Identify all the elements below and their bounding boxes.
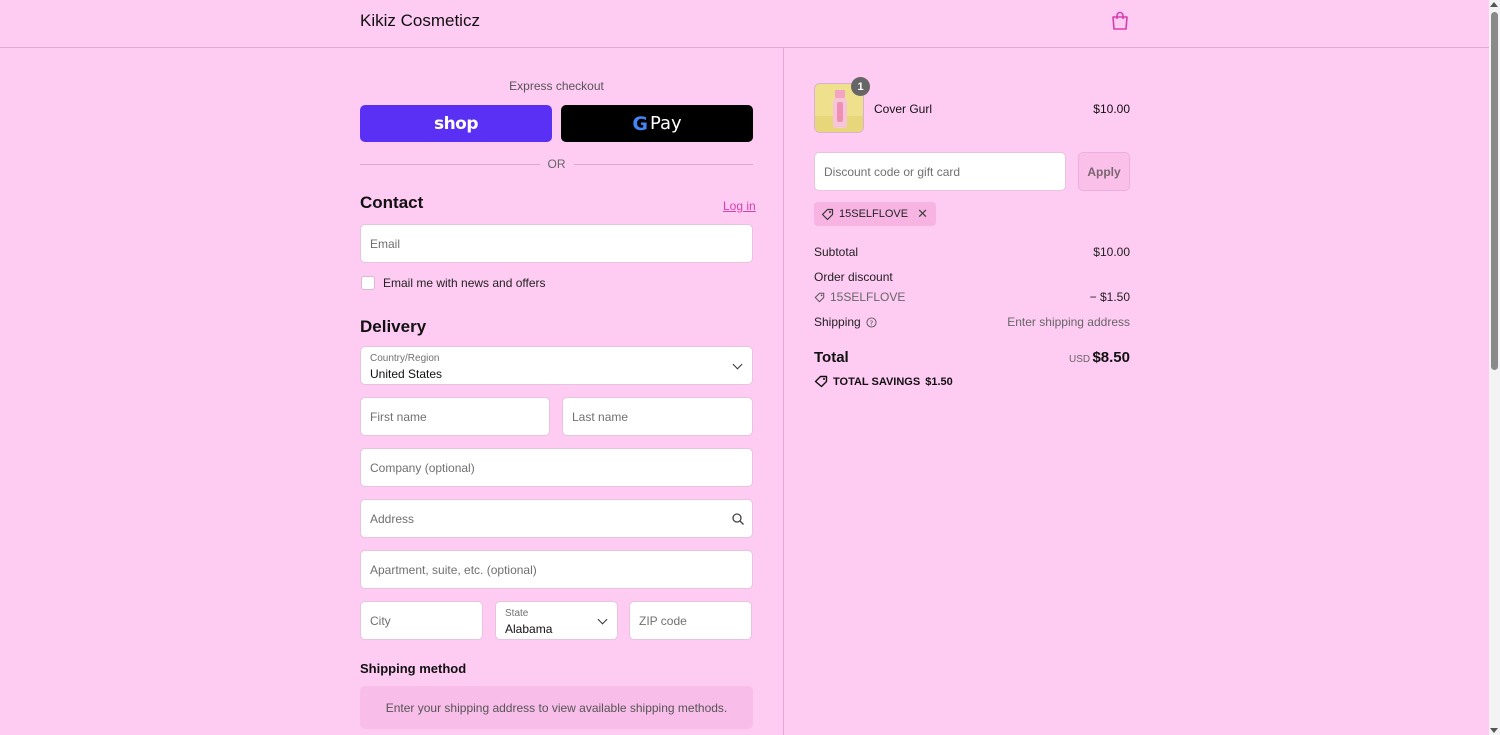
product-price: $10.00 xyxy=(1093,102,1130,116)
address-input[interactable] xyxy=(360,499,753,538)
total-currency: USD xyxy=(1069,354,1091,365)
shipping-method-title: Shipping method xyxy=(360,661,467,676)
apply-button[interactable]: Apply xyxy=(1078,152,1130,191)
discount-code-input[interactable] xyxy=(814,152,1066,191)
chevron-down-icon xyxy=(732,359,743,370)
subtotal-value: $10.00 xyxy=(1093,245,1130,259)
total-savings: TOTAL SAVINGS $1.50 xyxy=(814,375,953,388)
order-discount-label: Order discount xyxy=(814,270,893,284)
total-savings-label: TOTAL SAVINGS xyxy=(833,375,921,388)
column-divider xyxy=(783,48,784,735)
shop-pay-label: shop xyxy=(433,113,479,134)
shipping-method-notice: Enter your shipping address to view avai… xyxy=(360,686,753,729)
or-divider: OR xyxy=(360,157,753,171)
scroll-down-arrow[interactable] xyxy=(1490,728,1498,733)
first-name-input[interactable] xyxy=(360,397,550,436)
company-input[interactable] xyxy=(360,448,753,487)
login-link[interactable]: Log in xyxy=(723,199,756,213)
total-savings-value: $1.50 xyxy=(925,375,953,388)
remove-discount-icon[interactable]: ✕ xyxy=(917,206,928,222)
apartment-input[interactable] xyxy=(360,550,753,589)
help-icon[interactable]: ? xyxy=(866,316,877,328)
city-input[interactable] xyxy=(360,601,483,640)
state-value: Alabama xyxy=(505,622,553,636)
shipping-label: Shipping xyxy=(814,315,861,329)
search-icon[interactable] xyxy=(732,513,744,525)
zip-code-input[interactable] xyxy=(629,601,752,640)
google-g-icon: G xyxy=(632,112,648,135)
chevron-down-icon xyxy=(597,614,608,625)
or-label: OR xyxy=(547,157,566,171)
shopping-bag-icon[interactable] xyxy=(1111,11,1129,31)
subtotal-label: Subtotal xyxy=(814,245,859,259)
discount-code-label: 15SELFLOVE xyxy=(830,290,906,304)
express-checkout-label: Express checkout xyxy=(509,79,604,93)
brand-logo[interactable]: Kikiz Cosmeticz xyxy=(360,11,480,31)
discount-code-row: 15SELFLOVE xyxy=(814,290,905,304)
country-select[interactable]: Country/Region United States xyxy=(360,346,753,385)
tag-icon xyxy=(821,208,834,220)
svg-text:?: ? xyxy=(869,318,873,327)
header: Kikiz Cosmeticz xyxy=(0,0,1489,48)
applied-discount-chip: 15SELFLOVE ✕ xyxy=(814,202,936,226)
delivery-title: Delivery xyxy=(360,317,427,336)
tag-icon xyxy=(814,375,828,388)
quantity-badge: 1 xyxy=(851,77,870,96)
country-label: Country/Region xyxy=(370,353,440,364)
scrollbar[interactable] xyxy=(1489,0,1500,735)
applied-discount-code: 15SELFLOVE xyxy=(839,208,909,220)
last-name-input[interactable] xyxy=(562,397,753,436)
country-value: United States xyxy=(370,367,443,381)
google-pay-label: Pay xyxy=(649,113,682,134)
state-select[interactable]: State Alabama xyxy=(495,601,618,640)
shop-pay-button[interactable]: shop xyxy=(360,105,552,142)
or-line-left xyxy=(360,163,540,165)
scroll-up-arrow[interactable] xyxy=(1490,2,1498,7)
product-name: Cover Gurl xyxy=(874,102,933,116)
news-offers-label: Email me with news and offers xyxy=(383,276,546,290)
state-label: State xyxy=(505,608,529,619)
email-input[interactable] xyxy=(360,224,753,263)
scroll-thumb[interactable] xyxy=(1491,12,1498,370)
discount-amount: − $1.50 xyxy=(1089,290,1130,304)
shipping-row: Shipping ? xyxy=(814,315,877,329)
shipping-value: Enter shipping address xyxy=(1007,315,1130,329)
contact-title: Contact xyxy=(360,193,424,212)
tag-icon xyxy=(814,292,825,302)
or-line-right xyxy=(573,163,753,165)
total-label: Total xyxy=(814,349,849,366)
total-value: $8.50 xyxy=(1092,349,1130,366)
google-pay-button[interactable]: G Pay xyxy=(561,105,753,142)
news-offers-checkbox[interactable] xyxy=(361,276,375,290)
